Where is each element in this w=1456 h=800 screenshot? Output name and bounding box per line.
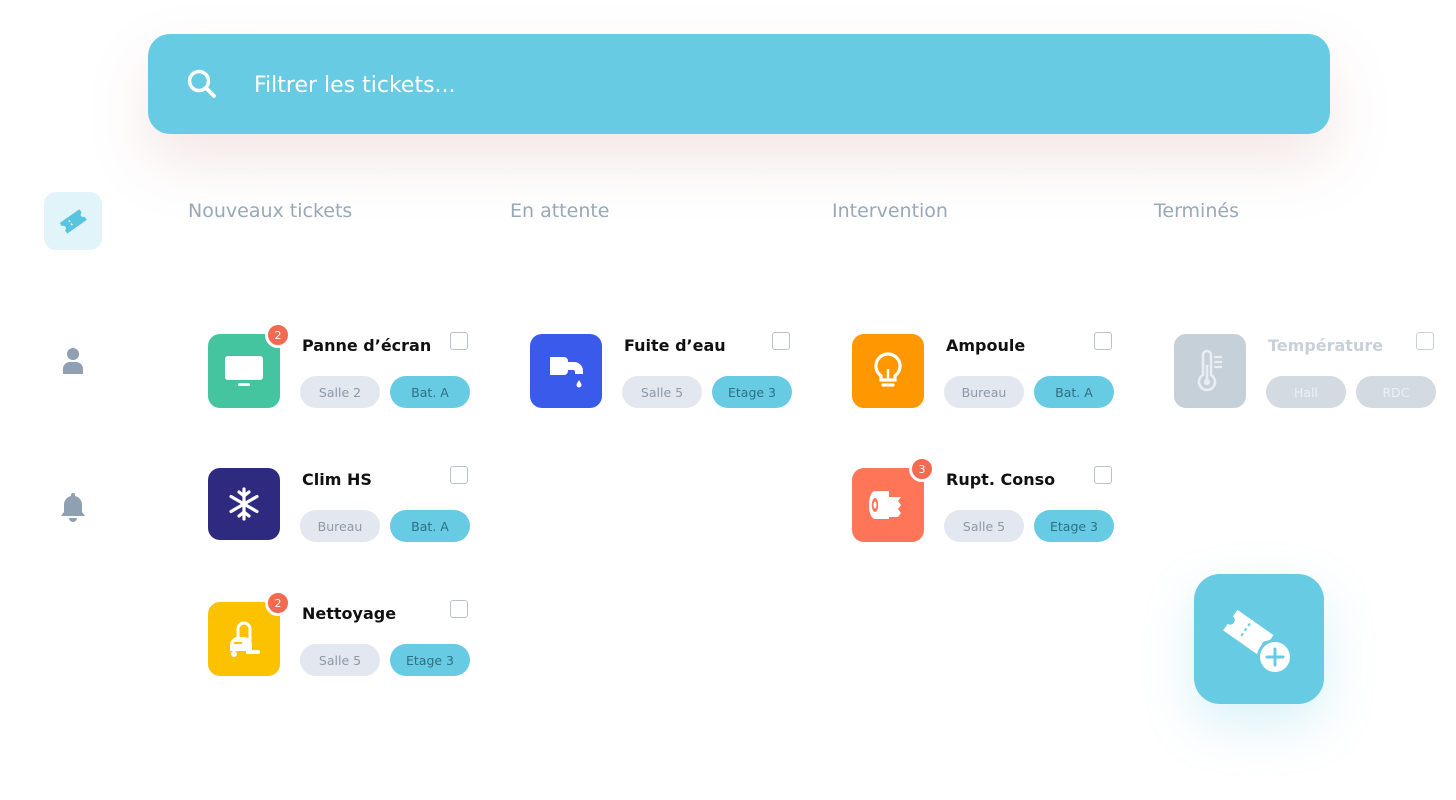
- sidebar-item-notifications[interactable]: [44, 478, 102, 536]
- location-tag: Salle 2: [300, 376, 380, 408]
- ticket-title: Clim HS: [302, 470, 372, 489]
- notification-badge: 3: [909, 456, 935, 482]
- search-input[interactable]: [252, 64, 1256, 106]
- ticket-title: Fuite d’eau: [624, 336, 726, 355]
- monitor-icon: [225, 356, 263, 386]
- column-title-new: Nouveaux tickets: [188, 200, 353, 222]
- location-tag: Hall: [1266, 376, 1346, 408]
- add-ticket-button[interactable]: [1194, 574, 1324, 704]
- ticket-card[interactable]: Ampoule Bureau Bat. A: [852, 332, 1122, 410]
- ticket-checkbox[interactable]: [450, 600, 468, 618]
- sidebar-item-profile[interactable]: [44, 332, 102, 390]
- snowflake-icon: [229, 487, 259, 521]
- ticket-card[interactable]: Clim HS Bureau Bat. A: [208, 466, 478, 544]
- location-tag: Salle 5: [944, 510, 1024, 542]
- notification-badge: 2: [265, 590, 291, 616]
- building-tag: Bat. A: [390, 376, 470, 408]
- ticket-checkbox[interactable]: [1094, 332, 1112, 350]
- user-icon: [63, 348, 83, 374]
- ticket-title: Panne d’écran: [302, 336, 432, 355]
- ticket-tile: [530, 334, 602, 408]
- ticket-checkbox[interactable]: [1416, 332, 1434, 350]
- vacuum-icon: [230, 621, 260, 657]
- ticket-checkbox[interactable]: [1094, 466, 1112, 484]
- sidebar-item-tickets[interactable]: [44, 192, 102, 250]
- search-icon: [187, 69, 216, 98]
- ticket-tile: [852, 334, 924, 408]
- column-title-pending: En attente: [510, 200, 610, 222]
- ticket-checkbox[interactable]: [450, 332, 468, 350]
- building-tag: RDC: [1356, 376, 1436, 408]
- faucet-icon: [550, 357, 583, 388]
- ticket-card[interactable]: 2 Nettoyage Salle 5 Etage 3: [208, 590, 478, 678]
- ticket-title: Ampoule: [946, 336, 1026, 355]
- building-tag: Bat. A: [390, 510, 470, 542]
- ticket-tile: [208, 468, 280, 540]
- location-tag: Bureau: [944, 376, 1024, 408]
- thermometer-icon: [1197, 349, 1223, 392]
- ticket-tile: [1174, 334, 1246, 408]
- column-title-intervention: Intervention: [832, 200, 948, 222]
- lightbulb-icon: [874, 352, 902, 387]
- notification-badge: 2: [265, 322, 291, 348]
- ticket-card[interactable]: Température Hall RDC: [1174, 332, 1444, 410]
- ticket-checkbox[interactable]: [772, 332, 790, 350]
- bell-icon: [61, 493, 85, 522]
- ticket-card[interactable]: 3 Rupt. Conso Salle 5 Etage 3: [852, 456, 1122, 544]
- building-tag: Bat. A: [1034, 376, 1114, 408]
- ticket-icon: [59, 209, 87, 234]
- location-tag: Bureau: [300, 510, 380, 542]
- ticket-title: Température: [1268, 336, 1384, 355]
- ticket-title: Rupt. Conso: [946, 470, 1056, 489]
- search-bar[interactable]: [148, 34, 1330, 134]
- ticket-title: Nettoyage: [302, 604, 397, 623]
- building-tag: Etage 3: [712, 376, 792, 408]
- toilet-paper-icon: [869, 491, 901, 519]
- column-title-done: Terminés: [1154, 200, 1239, 222]
- ticket-checkbox[interactable]: [450, 466, 468, 484]
- location-tag: Salle 5: [300, 644, 380, 676]
- location-tag: Salle 5: [622, 376, 702, 408]
- building-tag: Etage 3: [390, 644, 470, 676]
- building-tag: Etage 3: [1034, 510, 1114, 542]
- ticket-card[interactable]: Fuite d’eau Salle 5 Etage 3: [530, 332, 800, 410]
- add-ticket-icon: [1223, 609, 1293, 675]
- ticket-card[interactable]: 2 Panne d’écran Salle 2 Bat. A: [208, 322, 478, 410]
